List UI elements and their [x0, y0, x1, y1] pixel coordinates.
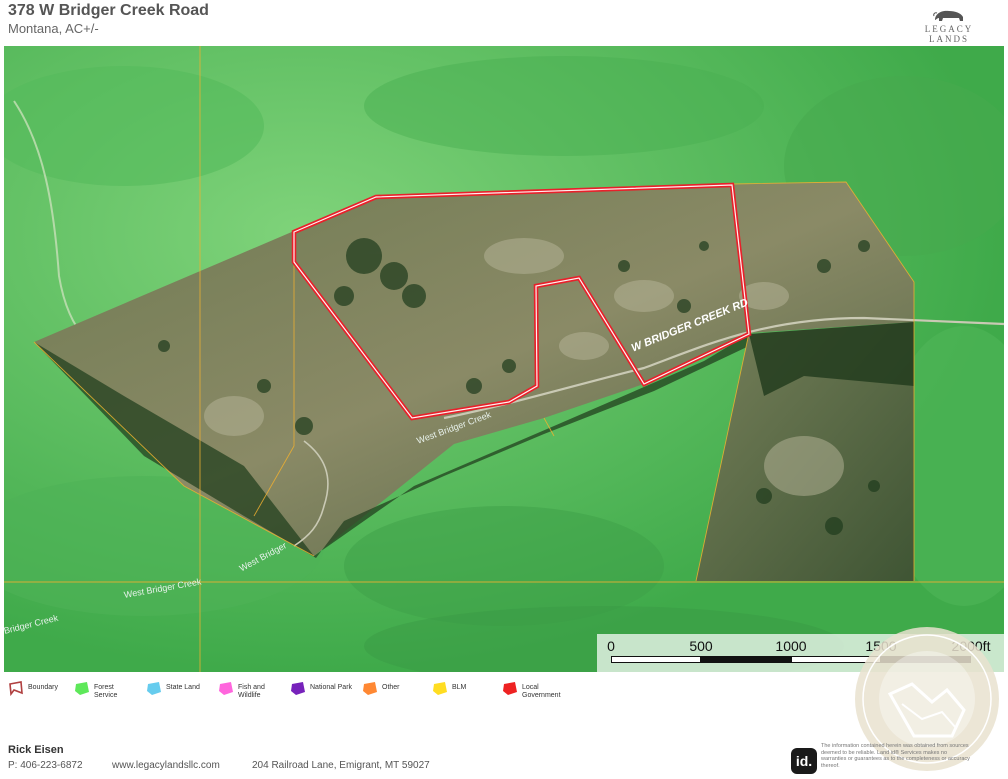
scale-segment	[611, 656, 701, 663]
hill-shade	[364, 56, 764, 156]
legend-label: Local Government	[522, 684, 561, 699]
page-footer: Rick Eisen P: 406-223-6872 www.legacylan…	[0, 740, 1008, 779]
legend-item-forest-service: Forest Service	[74, 680, 124, 700]
office-address: 204 Railroad Lane, Emigrant, MT 59027	[252, 760, 430, 771]
scale-segment	[701, 656, 791, 663]
legend-item-state-land: State Land	[146, 680, 200, 696]
boundary-swatch-icon	[9, 681, 23, 696]
bison-icon	[933, 10, 963, 21]
legend-item-fish-and-wildlife: Fish and Wildlife	[218, 680, 274, 700]
scale-tick: 500	[689, 638, 713, 654]
page-title: 378 W Bridger Creek Road	[8, 2, 209, 19]
agent-phone[interactable]: P: 406-223-6872	[8, 760, 83, 771]
state-land-swatch-icon	[147, 682, 161, 695]
national-park-swatch-icon	[291, 682, 305, 695]
legend-label: State Land	[166, 684, 200, 691]
blm-swatch-icon	[433, 682, 447, 695]
legend-label: Fish and Wildlife	[238, 684, 265, 699]
scale-tick: 0	[607, 638, 615, 654]
agent-name: Rick Eisen	[8, 744, 64, 756]
map-header: 378 W Bridger Creek Road Montana, AC+/- …	[0, 0, 1008, 46]
disclaimer-text: The information contained herein was obt…	[821, 743, 970, 769]
legend-item-boundary: Boundary	[8, 680, 58, 696]
legend-label: BLM	[452, 684, 467, 691]
land-id-logo: id.	[791, 748, 817, 774]
forest-service-swatch-icon	[75, 682, 89, 695]
legend-item-other: Other	[362, 680, 400, 696]
legend-label: Forest Service	[94, 684, 118, 699]
local-government-swatch-icon	[503, 682, 517, 695]
legend-label: Other	[382, 684, 400, 691]
page-subtitle: Montana, AC+/-	[8, 21, 99, 36]
fish-and-wildlife-swatch-icon	[219, 682, 233, 695]
brand-logo: LEGACY LANDS	[904, 8, 994, 44]
legend-item-blm: BLM	[432, 680, 466, 696]
legend-label: Boundary	[28, 684, 58, 691]
legend-item-national-park: National Park	[290, 680, 352, 696]
brand-name: LEGACY LANDS	[924, 24, 974, 44]
map-canvas	[4, 46, 1004, 672]
legend-item-local-government: Local Government	[502, 680, 562, 700]
scale-tick: 1000	[775, 638, 807, 654]
map-legend: Boundary Forest Service State Land Fish …	[8, 680, 608, 706]
other-swatch-icon	[363, 682, 377, 695]
website-link[interactable]: www.legacylandsllc.com	[112, 760, 220, 771]
legend-label: National Park	[310, 684, 353, 691]
aerial-map[interactable]: W BRIDGER CREEK RD West Bridger Creek We…	[4, 46, 1004, 672]
